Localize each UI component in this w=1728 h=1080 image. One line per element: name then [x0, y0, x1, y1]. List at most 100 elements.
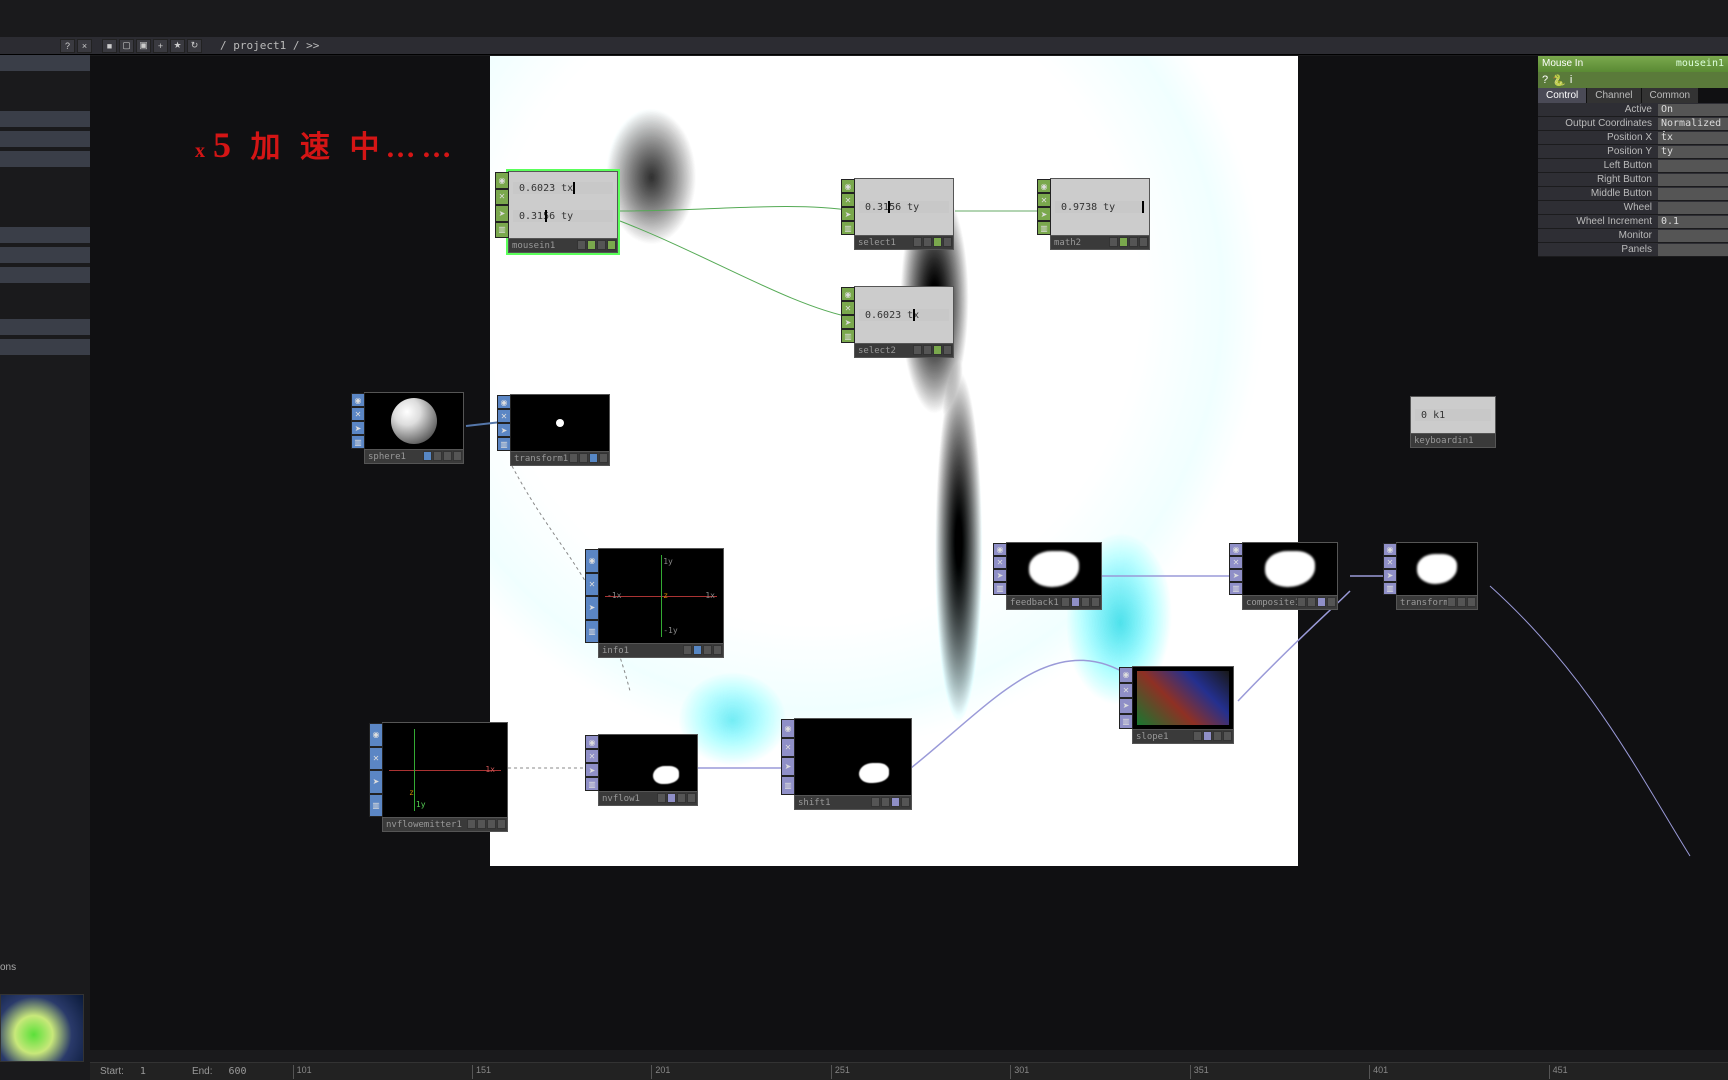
- arrow-icon[interactable]: ➤: [841, 315, 855, 329]
- viewer-flag-icon[interactable]: ◉: [841, 179, 855, 193]
- tab-channel[interactable]: Channel: [1587, 88, 1641, 103]
- info-icon[interactable]: i: [1570, 74, 1572, 86]
- param-value[interactable]: [1658, 202, 1728, 214]
- node-select2[interactable]: ◉✕➤▥ 0.6023 tx select2: [854, 286, 954, 358]
- python-icon[interactable]: 🐍: [1552, 74, 1566, 87]
- node-feedback1[interactable]: ◉✕➤▥ feedback1: [1006, 542, 1102, 610]
- refresh-button[interactable]: ↻: [187, 39, 202, 53]
- node-select1[interactable]: ◉✕➤▥ 0.3156 ty select1: [854, 178, 954, 250]
- arrow-icon[interactable]: ➤: [1229, 569, 1243, 582]
- node-transform1[interactable]: ◉✕➤▥ transform1: [510, 394, 610, 466]
- x-icon[interactable]: ✕: [497, 409, 511, 423]
- grid-icon[interactable]: ▥: [351, 435, 365, 449]
- node-mousein1[interactable]: ◉ ✕ ➤ ▥ 0.6023 tx 0.3156 ty mousein1: [508, 171, 618, 253]
- viewer-flag-icon[interactable]: ◉: [1119, 667, 1133, 683]
- param-value[interactable]: tx: [1658, 132, 1728, 144]
- end-value[interactable]: 600: [229, 1066, 247, 1077]
- viewer-flag-icon[interactable]: ◉: [351, 393, 365, 407]
- arrow-icon[interactable]: ➤: [497, 423, 511, 437]
- param-value[interactable]: [1658, 230, 1728, 242]
- close-button[interactable]: ×: [77, 39, 92, 53]
- x-icon[interactable]: ✕: [1229, 556, 1243, 569]
- star-button[interactable]: ★: [170, 39, 185, 53]
- tab-control[interactable]: Control: [1538, 88, 1587, 103]
- tool-b-button[interactable]: ▣: [136, 39, 151, 53]
- viewer-flag-icon[interactable]: ◉: [585, 735, 599, 749]
- param-value[interactable]: [1658, 174, 1728, 186]
- grid-icon[interactable]: ▥: [585, 620, 599, 644]
- arrow-icon[interactable]: ➤: [585, 596, 599, 620]
- node-sphere1[interactable]: ◉✕➤▥ sphere1: [364, 392, 464, 464]
- grid-icon[interactable]: ▥: [1229, 582, 1243, 595]
- grid-icon[interactable]: ▥: [497, 437, 511, 451]
- param-value[interactable]: [1658, 160, 1728, 172]
- grid-icon[interactable]: ▥: [585, 777, 599, 791]
- x-icon[interactable]: ✕: [369, 747, 383, 771]
- x-icon[interactable]: ✕: [351, 407, 365, 421]
- grid-icon[interactable]: ▥: [1037, 221, 1051, 235]
- network-editor[interactable]: x5 加 速 中…… ◉ ✕ ➤ ▥ 0.6023 tx 0.: [90, 56, 1728, 1050]
- arrow-icon[interactable]: ➤: [841, 207, 855, 221]
- palette-slot[interactable]: [0, 131, 90, 147]
- node-nvflow1[interactable]: ◉✕➤▥ nvflow1: [598, 734, 698, 806]
- x-icon[interactable]: ✕: [841, 193, 855, 207]
- grid-icon[interactable]: ▥: [1119, 714, 1133, 730]
- arrow-icon[interactable]: ➤: [369, 770, 383, 794]
- x-icon[interactable]: ✕: [993, 556, 1007, 569]
- viewer-flag-icon[interactable]: ◉: [1037, 179, 1051, 193]
- palette-slot[interactable]: [0, 319, 90, 335]
- node-slope1[interactable]: ◉✕➤▥ slope1: [1132, 666, 1234, 744]
- grid-icon[interactable]: ▥: [993, 582, 1007, 595]
- x-icon[interactable]: ✕: [585, 749, 599, 763]
- viewer-flag-icon[interactable]: ◉: [369, 723, 383, 747]
- palette-slot[interactable]: [0, 151, 90, 167]
- node-composite1[interactable]: ◉✕➤▥ composite1: [1242, 542, 1338, 610]
- op-name-label[interactable]: mousein1: [1676, 56, 1724, 72]
- lock-flag-icon[interactable]: ▥: [495, 222, 509, 239]
- x-icon[interactable]: ✕: [585, 573, 599, 597]
- tool-a-button[interactable]: ▢: [119, 39, 134, 53]
- start-value[interactable]: 1: [140, 1066, 146, 1077]
- palette-slot[interactable]: [0, 247, 90, 263]
- grid-icon[interactable]: ▥: [841, 221, 855, 235]
- stop-button[interactable]: ■: [102, 39, 117, 53]
- param-value[interactable]: [1658, 244, 1728, 256]
- palette-slot[interactable]: [0, 267, 90, 283]
- preview-thumbnail[interactable]: [0, 994, 84, 1062]
- viewer-flag-icon[interactable]: ◉: [1229, 543, 1243, 556]
- param-value[interactable]: Normalized A: [1658, 118, 1728, 130]
- grid-icon[interactable]: ▥: [841, 329, 855, 343]
- viewer-flag-icon[interactable]: ◉: [1383, 543, 1397, 556]
- viewer-flag-icon[interactable]: ◉: [993, 543, 1007, 556]
- path-breadcrumb[interactable]: / project1 / >>: [220, 39, 319, 52]
- param-value[interactable]: 0.1: [1658, 216, 1728, 228]
- palette-slot[interactable]: [0, 111, 90, 127]
- timeline-ruler[interactable]: 101151201251301351401451: [293, 1063, 1728, 1080]
- node-transform2[interactable]: ◉✕➤▥ transform2: [1396, 542, 1478, 610]
- viewer-flag-icon[interactable]: ◉: [585, 549, 599, 573]
- param-value[interactable]: On: [1658, 104, 1728, 116]
- x-icon[interactable]: ✕: [841, 301, 855, 315]
- clone-flag-icon[interactable]: ✕: [495, 189, 509, 206]
- x-icon[interactable]: ✕: [1383, 556, 1397, 569]
- palette-slot[interactable]: [0, 227, 90, 243]
- arrow-icon[interactable]: ➤: [1119, 698, 1133, 714]
- x-icon[interactable]: ✕: [781, 738, 795, 757]
- help-icon[interactable]: ?: [1542, 74, 1548, 86]
- timeline[interactable]: Start: 1 End: 600 1011512012513013514014…: [90, 1062, 1728, 1080]
- arrow-icon[interactable]: ➤: [1383, 569, 1397, 582]
- node-math2[interactable]: ◉✕➤▥ 0.9738 ty math2: [1050, 178, 1150, 250]
- arrow-icon[interactable]: ➤: [585, 763, 599, 777]
- param-value[interactable]: ty: [1658, 146, 1728, 158]
- arrow-icon[interactable]: ➤: [993, 569, 1007, 582]
- grid-icon[interactable]: ▥: [369, 794, 383, 818]
- node-info1[interactable]: ◉✕➤▥ -1x1x 1y-1y z info1: [598, 548, 724, 658]
- node-shift1[interactable]: ◉✕➤▥ shift1: [794, 718, 912, 810]
- node-keyboardin1[interactable]: 0 k1 keyboardin1: [1410, 396, 1496, 448]
- help-button[interactable]: ?: [60, 39, 75, 53]
- grid-icon[interactable]: ▥: [781, 776, 795, 795]
- add-button[interactable]: +: [153, 39, 168, 53]
- grid-icon[interactable]: ▥: [1383, 582, 1397, 595]
- bypass-flag-icon[interactable]: ➤: [495, 205, 509, 222]
- viewer-flag-icon[interactable]: ◉: [495, 172, 509, 189]
